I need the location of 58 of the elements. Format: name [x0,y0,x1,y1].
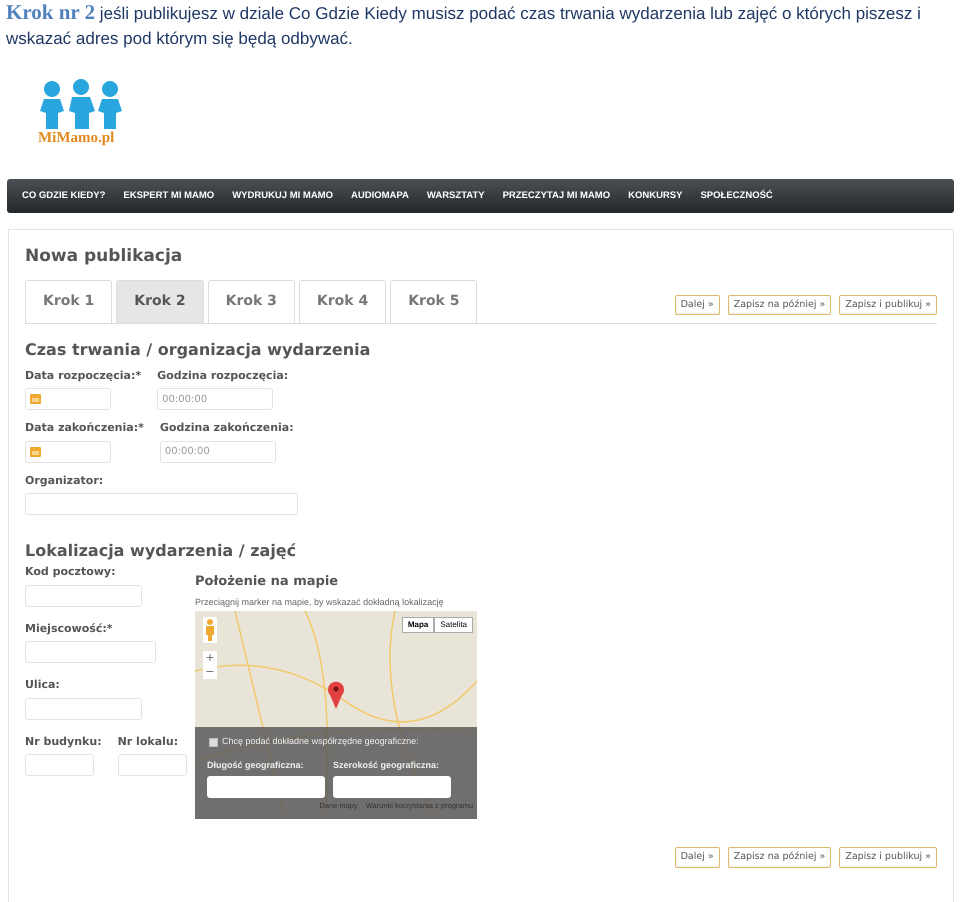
input-field[interactable] [25,698,142,720]
action-button[interactable]: Zapisz i publikuj » [839,847,937,868]
zoom-button[interactable]: + [203,651,217,666]
step-tab[interactable]: Krok 2 [116,280,204,324]
nav-link[interactable]: EKSPERT MI MAMO [123,188,214,204]
nav-link[interactable]: CO GDZIE KIEDY? [22,188,106,204]
field-label: Długość geograficzna: [207,758,305,772]
action-button[interactable]: Dalej » [674,847,720,868]
nav-link[interactable]: WARSZTATY [426,188,485,204]
field-label: Kod pocztowy: [25,564,116,580]
field-label: Nr budynku: [25,734,102,750]
field-label: Organizator: [25,472,104,489]
input-field[interactable] [207,776,325,798]
map-marker-icon[interactable] [328,681,344,710]
calendar-icon[interactable] [30,446,41,457]
step-tab[interactable]: Krok 1 [25,280,112,324]
step-tab[interactable]: Krok 3 [208,280,295,324]
input-field[interactable] [25,440,111,463]
action-button[interactable]: Zapisz na później » [728,295,832,316]
checkbox-label: Chcę podać dokładne współrzędne geograficzne: [222,735,419,748]
map-title: Położenie na mapie [195,573,340,592]
calendar-icon[interactable] [30,394,41,404]
action-button[interactable]: Dalej » [674,295,720,316]
field-label: Godzina rozpoczęcia: [157,368,288,384]
pegman-icon[interactable] [203,617,217,644]
intro-paragraph: Krok nr 2 jeśli publikujesz w dziale Co Gdzie Kiedy musisz podać czas trwania wydarzenia lub zajęć o których piszesz i wskazać adres pod którym się będą odbywać. [5,0,922,50]
input-field[interactable] [25,493,298,516]
nav-link[interactable]: PRZECZYTAJ MI MAMO [502,188,610,204]
field-label: Szerokość geograficzna: [333,758,440,772]
input-field[interactable] [25,388,111,410]
map-type-button[interactable]: Mapa [402,617,434,634]
children-logo-icon [38,79,124,131]
section-heading: Lokalizacja wydarzenia / zajęć [25,541,298,560]
page-heading: Nowa publikacja [25,246,184,266]
field-label: Godzina zakończenia: [160,420,294,436]
nav-link[interactable]: WYDRUKUJ MI MAMO [232,188,333,204]
nav-link[interactable]: SPOŁECZNOŚĆ [700,188,773,204]
checkbox[interactable] [209,738,218,747]
action-button[interactable]: Zapisz na później » [728,847,832,868]
section-heading: Czas trwania / organizacja wydarzenia [25,340,372,360]
field-label: Data zakończenia:* [25,420,144,436]
map-type-button[interactable]: Satelita [434,617,473,634]
step-tab[interactable]: Krok 4 [298,280,386,324]
nav-link[interactable]: AUDIOMAPA [351,188,409,204]
input-field[interactable] [118,754,187,776]
map-hint: Przeciągnij marker na mapie, by wskazać dokładną lokalizację [195,596,445,609]
field-label: Nr lokalu: [118,734,180,750]
input-field[interactable] [333,776,451,798]
zoom-button[interactable]: − [203,665,217,680]
input-field[interactable] [25,584,142,607]
input-field[interactable] [25,754,94,776]
input-field[interactable] [25,641,156,664]
action-button[interactable]: Zapisz i publikuj » [839,295,937,316]
field-label: Miejscowość:* [25,620,114,637]
step-tab[interactable]: Krok 5 [390,280,478,324]
field-label: Ulica: [25,677,61,694]
nav-link[interactable]: KONKURSY [628,188,682,204]
field-label: Data rozpoczęcia:* [25,368,142,384]
